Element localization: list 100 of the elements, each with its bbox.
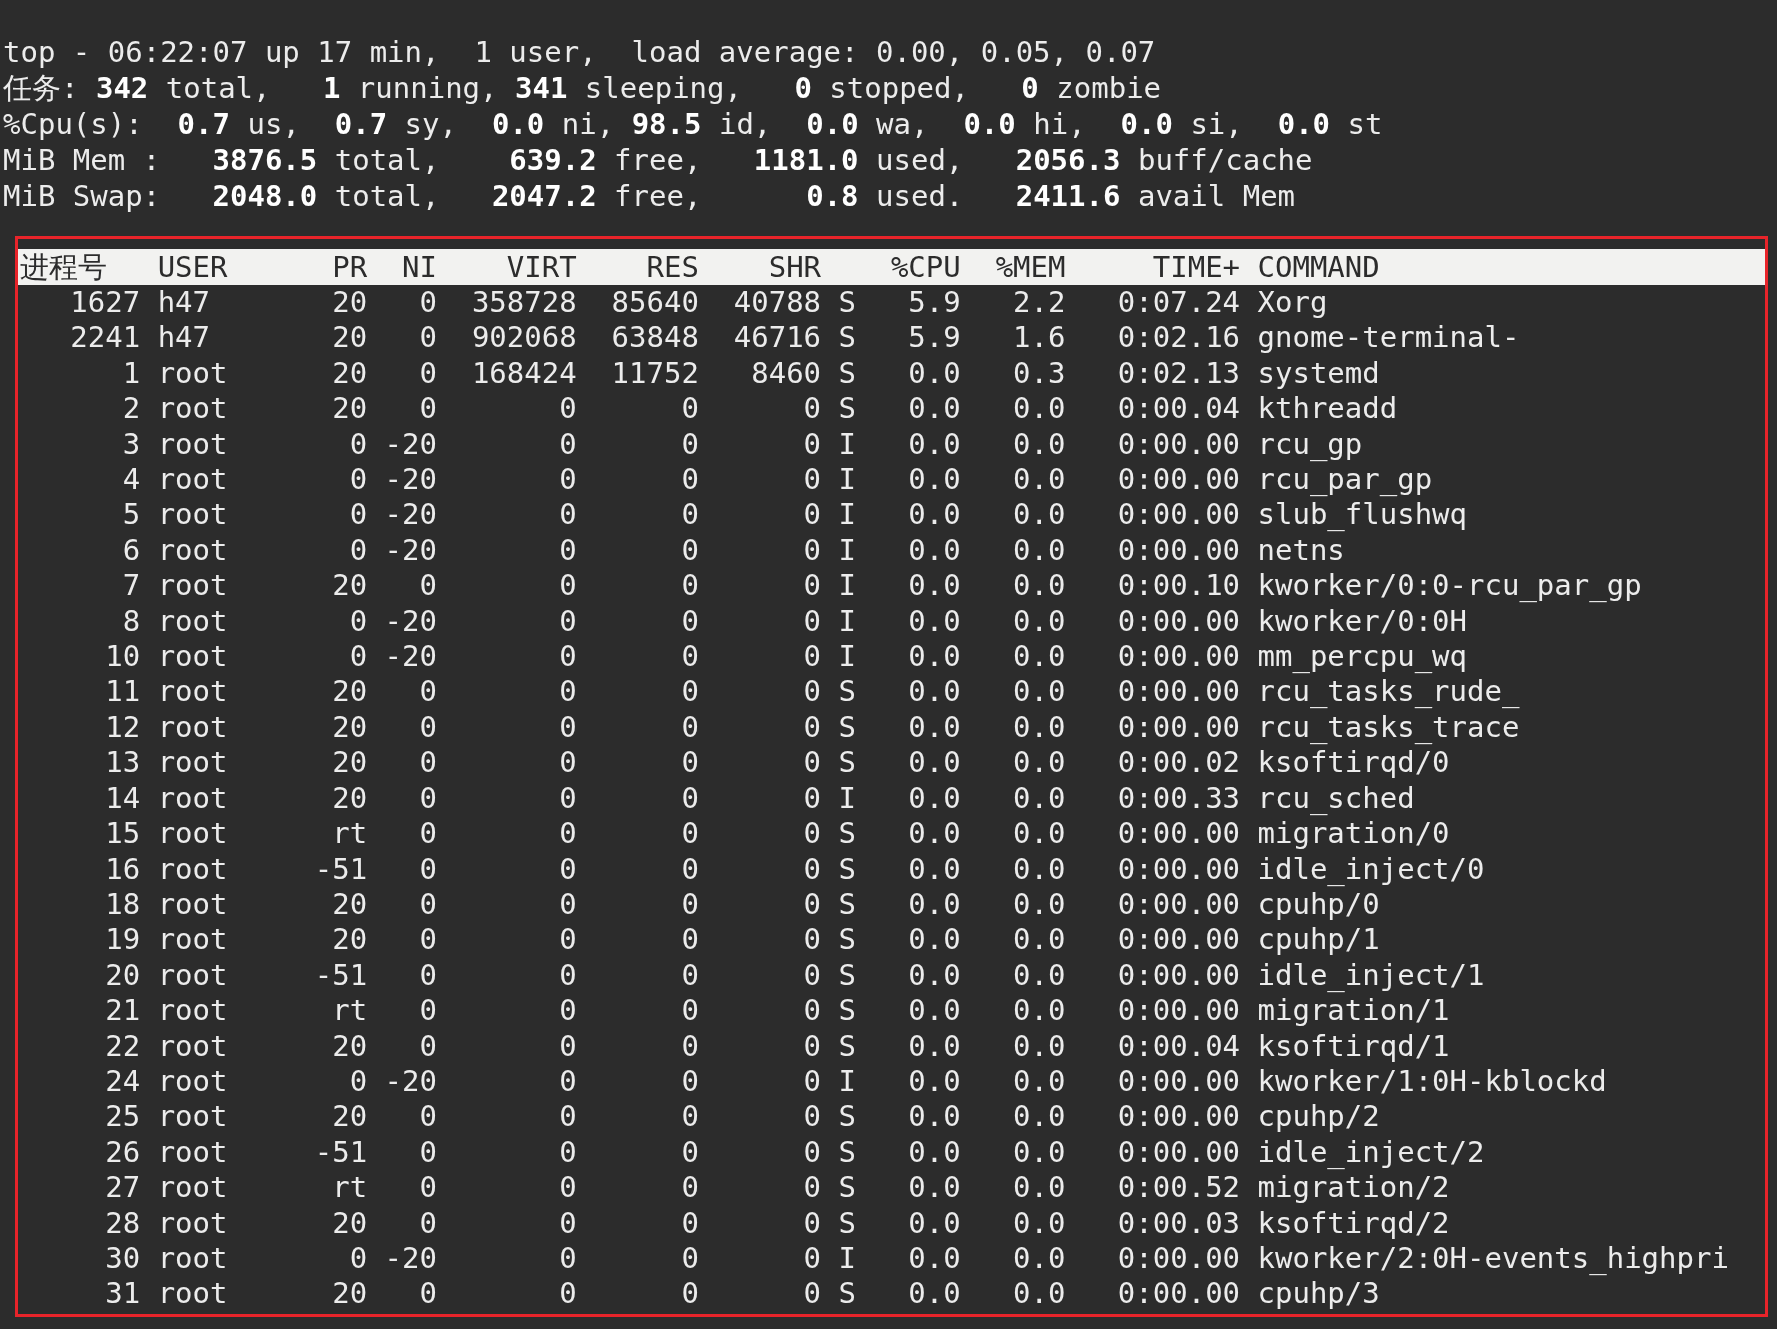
column-header[interactable]: 进程号	[18, 249, 107, 285]
table-cell: 0	[681, 1134, 699, 1171]
table-cell: 0.0	[1013, 957, 1066, 994]
table-cell: 0	[803, 674, 822, 710]
table-cell: 20	[332, 568, 368, 604]
table-cell: 0	[681, 1028, 699, 1064]
table-cell: 0	[419, 1205, 437, 1241]
table-cell: 0	[559, 957, 577, 994]
table-cell-text: S	[837, 391, 856, 427]
table-cell: 0	[803, 886, 822, 923]
table-cell: 0.0	[1013, 1240, 1066, 1277]
table-cell: 7	[122, 568, 141, 604]
table-cell: 0	[681, 1099, 699, 1135]
table-cell: 0.0	[908, 1028, 961, 1064]
table-cell-text: S	[837, 320, 856, 356]
table-cell-text: cpuhp/0	[1256, 886, 1380, 923]
table-cell-text: root	[156, 745, 228, 781]
column-header[interactable]: NI	[402, 249, 437, 285]
table-cell: 0.0	[908, 497, 961, 533]
table-cell-text: root	[156, 1276, 228, 1312]
table-cell-text: root	[156, 674, 228, 710]
column-header[interactable]: USER	[140, 249, 228, 285]
table-cell: 8	[122, 603, 141, 640]
table-cell: 26	[105, 1134, 141, 1171]
table-cell: 0.0	[908, 1134, 961, 1171]
table-cell: 0	[559, 745, 577, 781]
table-cell: 20	[332, 1205, 368, 1241]
table-cell: 0	[803, 745, 822, 781]
table-cell: 0:00.52	[1117, 1170, 1241, 1206]
table-cell: 20	[332, 1099, 368, 1135]
table-cell: 10	[105, 639, 141, 675]
column-header[interactable]: PR	[332, 249, 368, 285]
table-cell: 0:00.00	[1117, 1240, 1241, 1277]
table-cell-text: h47	[156, 285, 211, 321]
table-cell: 0.0	[908, 391, 961, 427]
table-cell: 3	[122, 426, 141, 463]
table-cell: 0:00.00	[1117, 1276, 1241, 1312]
table-cell-text: root	[156, 816, 228, 852]
table-cell: 0	[803, 1240, 822, 1277]
table-cell-text: I	[837, 568, 856, 604]
table-cell: -20	[384, 462, 437, 498]
table-cell: 20	[332, 674, 368, 710]
table-cell: 5	[122, 497, 141, 533]
table-cell: 0	[681, 957, 699, 994]
column-header[interactable]: %MEM	[995, 249, 1066, 285]
table-cell-text: S	[837, 285, 856, 321]
table-cell: 168424	[471, 355, 577, 392]
table-cell: 0	[681, 780, 699, 817]
table-cell-text: I	[837, 497, 856, 533]
table-cell-text: I	[837, 603, 856, 640]
table-cell: 0:00.04	[1117, 1028, 1241, 1064]
column-header[interactable]: VIRT	[506, 249, 577, 285]
column-header[interactable]: RES	[646, 249, 699, 285]
table-cell: 0	[681, 922, 699, 958]
table-cell-text: root	[156, 426, 228, 463]
table-cell: 0	[803, 780, 822, 817]
table-cell: 0	[419, 1134, 437, 1171]
column-header[interactable]: COMMAND	[1240, 249, 1380, 285]
table-cell: 0	[803, 426, 822, 463]
table-cell: 0	[419, 745, 437, 781]
table-cell-text: root	[156, 1170, 228, 1206]
column-header[interactable]: TIME+	[1152, 249, 1241, 285]
table-cell: 0	[803, 603, 822, 640]
table-cell: 0.0	[1013, 462, 1066, 498]
table-cell-text: rcu_tasks_trace	[1256, 709, 1520, 746]
table-cell: 0	[681, 1276, 699, 1312]
table-cell: 0	[803, 993, 822, 1029]
table-cell: 0	[803, 1099, 822, 1135]
table-cell: 0:00.00	[1117, 462, 1241, 498]
table-cell: 0	[349, 426, 368, 463]
table-cell-text: kworker/0:0-rcu_par_gp	[1256, 568, 1642, 604]
table-cell: 0	[419, 993, 437, 1029]
table-cell: 18	[105, 886, 141, 923]
table-cell: 0	[803, 816, 822, 852]
summary-line: MiB Swap: 2048.0 total, 2047.2 free, 0.8 used. 2411.6 avail Mem	[3, 178, 1296, 214]
table-cell: 0	[559, 922, 577, 958]
table-cell-text: S	[837, 886, 856, 923]
column-header[interactable]: SHR	[768, 249, 822, 285]
table-cell: 0	[559, 993, 577, 1029]
table-cell: 20	[332, 886, 368, 923]
table-cell-text: root	[156, 391, 228, 427]
table-cell: 0.0	[908, 603, 961, 640]
table-cell: 0	[349, 603, 368, 640]
table-cell: 0	[803, 532, 822, 569]
table-cell: 0	[803, 462, 822, 498]
table-cell: 0:00.00	[1117, 851, 1241, 887]
table-cell-text: rcu_tasks_rude_	[1256, 674, 1520, 710]
table-cell: -20	[384, 603, 437, 640]
table-cell: 0:02.16	[1117, 320, 1241, 356]
column-header[interactable]: %CPU	[890, 249, 961, 285]
table-cell: 0	[419, 816, 437, 852]
table-cell-text: S	[837, 922, 856, 958]
table-cell: -51	[314, 957, 368, 994]
table-cell: 0:00.10	[1117, 568, 1241, 604]
table-cell-text: idle_inject/2	[1256, 1134, 1485, 1171]
table-cell: 0	[419, 1099, 437, 1135]
table-cell: 0	[559, 1205, 577, 1241]
table-cell: 0.0	[1013, 745, 1066, 781]
table-cell: 0	[803, 851, 822, 887]
table-cell: 0:00.00	[1117, 957, 1241, 994]
